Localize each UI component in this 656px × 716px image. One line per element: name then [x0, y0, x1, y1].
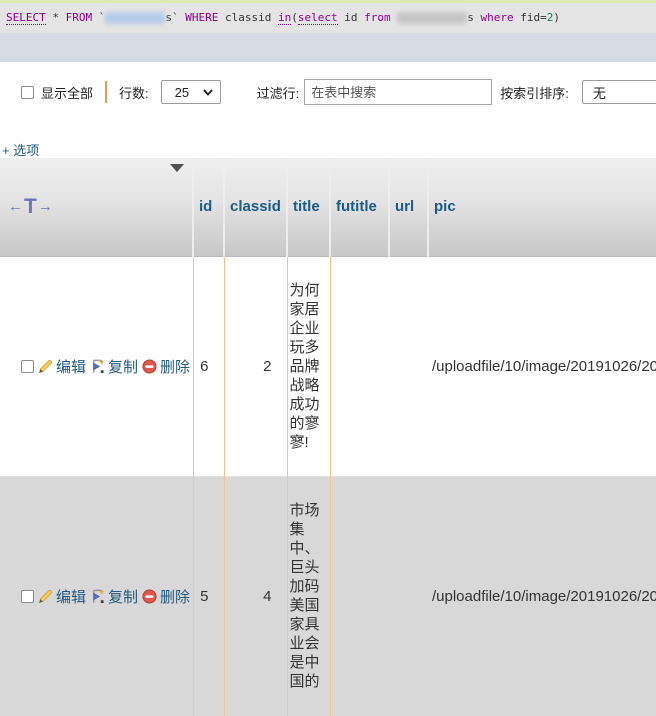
edit-label: 编辑 [56, 586, 86, 607]
sql-text: ( [291, 11, 298, 24]
sql-keyword-where2: where [480, 11, 513, 24]
copy-label: 复制 [108, 356, 138, 377]
arrow-right-icon: → [38, 198, 53, 215]
query-box-footer [0, 33, 656, 62]
cell-pic: /uploadfile/10/image/20191026/201 [428, 476, 656, 716]
cell-futitle [330, 256, 389, 476]
sql-keyword-select2-link[interactable]: select [298, 11, 338, 25]
cell-classid: 4 [224, 476, 287, 716]
redacted-table-name-2 [397, 12, 467, 24]
row-actions-cell: 编辑 复制 删除 [0, 476, 193, 716]
copy-row-link[interactable]: 复制 [90, 586, 138, 607]
controls-divider [105, 81, 107, 103]
redacted-table-name [105, 12, 165, 24]
edit-row-link[interactable]: 编辑 [38, 356, 86, 377]
sql-query-display: SELECT * FROM ` s` WHERE classid in(selec… [0, 3, 656, 33]
sql-text: ) [553, 11, 560, 24]
cell-url [389, 476, 428, 716]
copy-row-link[interactable]: 复制 [90, 356, 138, 377]
delete-row-link[interactable]: 删除 [142, 586, 190, 607]
sql-text: s` [165, 11, 185, 24]
delete-label: 删除 [160, 356, 190, 377]
column-header-classid[interactable]: classid [224, 158, 287, 256]
sql-keyword-from2: from [364, 11, 391, 24]
cell-url [389, 256, 428, 476]
column-header-title[interactable]: title [287, 158, 330, 256]
cell-futitle [330, 476, 389, 716]
copy-insert-icon [90, 359, 105, 374]
sql-text: * [46, 11, 66, 24]
results-controls-bar: 显示全部 行数: 25 过滤行: 按索引排序: 无 [0, 76, 656, 108]
table-row: 编辑 复制 删除 5 4 市场集中、巨头加码美国家具业会是中国的 /upload… [0, 476, 656, 716]
row-select-checkbox[interactable] [21, 590, 34, 603]
sql-keyword-from: FROM [66, 11, 93, 24]
results-table-header: ← T → id classid title futitle url pic [0, 158, 656, 256]
delete-minus-icon [142, 589, 157, 604]
sql-keyword-select-link[interactable]: SELECT [6, 11, 46, 25]
header-actions-cell: ← T → [0, 158, 193, 256]
sql-keyword-in-link[interactable]: in [278, 11, 291, 25]
filter-rows-input[interactable] [304, 79, 492, 105]
options-toggle-link[interactable]: + 选项 [2, 140, 39, 159]
filter-rows-label: 过滤行: [257, 83, 300, 102]
column-header-pic[interactable]: pic [428, 158, 656, 256]
column-header-futitle[interactable]: futitle [330, 158, 389, 256]
rows-count-select[interactable]: 25 [161, 80, 221, 104]
column-visibility-toggle[interactable]: ← T → [5, 198, 53, 216]
sql-text: s [467, 11, 480, 24]
column-header-url[interactable]: url [389, 158, 428, 256]
cell-pic: /uploadfile/10/image/20191026/201 [428, 256, 656, 476]
sql-text [391, 11, 398, 24]
cell-id: 6 [193, 256, 224, 476]
pencil-icon [38, 589, 53, 604]
results-table: ← T → id classid title futitle url pic 编… [0, 158, 656, 716]
delete-row-link[interactable]: 删除 [142, 356, 190, 377]
toggle-t-icon: T [24, 198, 37, 216]
sort-by-index-select[interactable]: 无 [582, 80, 656, 104]
rows-count-label: 行数: [119, 83, 149, 102]
column-header-id[interactable]: id [193, 158, 224, 256]
cell-id: 5 [193, 476, 224, 716]
edit-row-link[interactable]: 编辑 [38, 586, 86, 607]
sort-by-index-value: 无 [593, 83, 606, 102]
sql-text: fid= [514, 11, 547, 24]
show-all-checkbox[interactable] [21, 86, 34, 99]
chevron-down-icon [203, 89, 213, 96]
show-all-label: 显示全部 [41, 83, 93, 102]
copy-insert-icon [90, 589, 105, 604]
options-dropdown-triangle-icon[interactable] [170, 164, 184, 172]
arrow-left-icon: ← [8, 198, 23, 215]
delete-label: 删除 [160, 586, 190, 607]
row-actions-cell: 编辑 复制 删除 [0, 256, 193, 476]
sql-text: classid [218, 11, 278, 24]
delete-minus-icon [142, 359, 157, 374]
row-select-checkbox[interactable] [21, 360, 34, 373]
sql-text: ` [92, 11, 105, 24]
cell-title: 市场集中、巨头加码美国家具业会是中国的 [287, 476, 330, 716]
edit-label: 编辑 [56, 356, 86, 377]
sql-text: id [338, 11, 365, 24]
cell-title: 为何家居企业玩多品牌战略成功的寥寥! [287, 256, 330, 476]
sort-by-index-label: 按索引排序: [500, 83, 569, 102]
pencil-icon [38, 359, 53, 374]
rows-count-value: 25 [175, 85, 189, 100]
table-row: 编辑 复制 删除 6 2 为何家居企业玩多品牌战略成功的寥寥! /uploadf… [0, 256, 656, 476]
copy-label: 复制 [108, 586, 138, 607]
sql-keyword-where: WHERE [185, 11, 218, 24]
cell-classid: 2 [224, 256, 287, 476]
